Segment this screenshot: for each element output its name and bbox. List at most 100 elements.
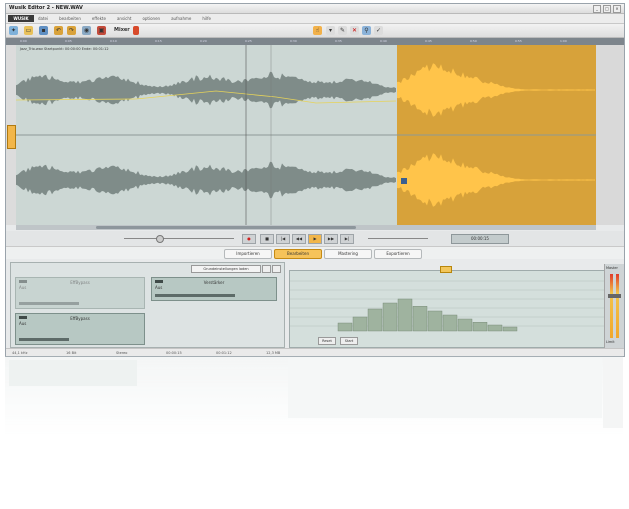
status-samplerate: 44,1 kHz (12, 351, 28, 355)
menu-aufnahme[interactable]: aufnahme (171, 16, 191, 21)
pencil-tool-icon[interactable]: ✎ (338, 26, 347, 35)
waveform-view[interactable]: Jazz_Trio.wav Startpunkt: 00:00:00 Ende:… (16, 45, 596, 225)
menu-bearbeiten[interactable]: bearbeiten (59, 16, 81, 21)
minimize-button[interactable]: _ (593, 5, 601, 13)
ruler-tick: 0:30 (290, 39, 297, 43)
menu-ansicht[interactable]: ansicht (117, 16, 131, 21)
rewind-button[interactable]: ◀◀ (292, 234, 306, 244)
graph-reset-button[interactable]: Reset (318, 337, 336, 345)
burn-cd-icon[interactable]: ◉ (82, 26, 91, 35)
new-file-icon[interactable]: ✦ (9, 26, 18, 35)
spectrum-bar (337, 322, 353, 332)
maximize-button[interactable]: □ (603, 5, 611, 13)
ruler-tick: 0:05 (65, 39, 72, 43)
spectrum-bar (412, 306, 428, 332)
fast-forward-button[interactable]: ▶▶ (324, 234, 338, 244)
status-position: 00:00:15 (166, 351, 182, 355)
menu-datei[interactable]: datei (38, 16, 48, 21)
tab-exportieren[interactable]: Exportieren (374, 249, 422, 259)
ruler-tick: 0:25 (245, 39, 252, 43)
spectrum-bar (487, 324, 503, 332)
reflection-graph (288, 358, 602, 418)
menu-optionen[interactable]: optionen (142, 16, 160, 21)
go-end-button[interactable]: ▶| (340, 234, 354, 244)
open-folder-icon[interactable]: ▭ (24, 26, 33, 35)
ruler-tick: 1:00 (560, 39, 567, 43)
waveform-channel-right (16, 161, 396, 199)
selection-handle[interactable] (401, 178, 407, 184)
graph-start-button[interactable]: Start (340, 337, 358, 345)
menu-effekte[interactable]: effekte (92, 16, 106, 21)
spectrum-bar (457, 318, 473, 332)
spectrum-bar (427, 310, 443, 332)
play-button[interactable]: ▶ (308, 234, 322, 244)
right-sidebar (596, 45, 624, 225)
position-slider-knob[interactable] (156, 235, 164, 243)
spectrum-bar (352, 316, 368, 332)
status-filesize: 12,3 MB (266, 351, 281, 355)
preset-prev-button[interactable] (262, 265, 271, 273)
effect-mode: Aus (155, 285, 163, 290)
window-controls: _ □ × (593, 5, 621, 13)
effect-slot-bypass-2[interactable]: EffBypass Aus (15, 313, 145, 345)
toolbar: ✦ ▭ ▪ ↶ ↷ ◉ ▣ Mixer ☝ ▾ ✎ ✕ ⚲ ✓ (6, 24, 624, 38)
stop-button[interactable]: ■ (260, 234, 274, 244)
position-slider[interactable] (124, 238, 234, 239)
record-button[interactable]: ● (242, 234, 256, 244)
ruler-tick: 0:10 (110, 39, 117, 43)
horizontal-scrollbar[interactable] (16, 225, 596, 230)
meter-bar-left (610, 274, 613, 338)
effect-mode: Aus (19, 285, 27, 290)
effects-panel: Grundeinstellungen laden EffBypass Aus V… (10, 262, 285, 348)
preset-select[interactable]: Grundeinstellungen laden (191, 265, 261, 273)
menu-items: datei bearbeiten effekte ansicht optione… (38, 16, 211, 21)
spectrum-bar (367, 308, 383, 332)
tab-mastering[interactable]: Mastering (324, 249, 372, 259)
redo-icon[interactable]: ↷ (67, 26, 76, 35)
effect-level-bar[interactable] (19, 302, 79, 305)
ruler-tick: 0:00 (20, 39, 27, 43)
undo-icon[interactable]: ↶ (54, 26, 63, 35)
stop-recording-icon[interactable]: ▣ (97, 26, 106, 35)
tab-importieren[interactable]: Importieren (224, 249, 272, 259)
ruler-tick: 0:55 (515, 39, 522, 43)
menu-hilfe[interactable]: hilfe (202, 16, 211, 21)
effect-level-bar[interactable] (155, 294, 235, 297)
pointer-tool-icon[interactable]: ☝ (313, 26, 322, 35)
check-tool-icon[interactable]: ✓ (374, 26, 383, 35)
waveform-graphic[interactable] (16, 45, 596, 225)
workflow-tabs: Importieren Bearbeiten Mastering Exporti… (6, 247, 624, 259)
time-display: 00:00:15 (451, 234, 509, 244)
tab-bearbeiten[interactable]: Bearbeiten (274, 249, 322, 259)
status-length: 00:01:12 (216, 351, 232, 355)
time-ruler[interactable]: 0:00 0:05 0:10 0:15 0:20 0:25 0:30 0:35 … (6, 38, 624, 45)
select-tool-icon[interactable]: ▾ (326, 26, 335, 35)
ruler-tick: 0:40 (380, 39, 387, 43)
scrollbar-thumb[interactable] (96, 226, 356, 229)
ruler-tick: 0:20 (200, 39, 207, 43)
effect-slot-bypass-1[interactable]: EffBypass Aus (15, 277, 145, 309)
effect-name: EffBypass (70, 316, 90, 321)
effect-name: EffBypass (70, 280, 90, 285)
zoom-tool-icon[interactable]: ⚲ (362, 26, 371, 35)
preset-next-button[interactable] (272, 265, 281, 273)
graph-mode-toggle[interactable] (440, 266, 452, 273)
effect-mode: Aus (19, 321, 27, 326)
save-icon[interactable]: ▪ (39, 26, 48, 35)
mixer-label[interactable]: Mixer (114, 27, 130, 33)
effect-level-bar[interactable] (19, 338, 69, 341)
effect-name: Verstärker (203, 280, 225, 285)
ruler-tick: 0:50 (470, 39, 477, 43)
window-reflection (5, 356, 623, 436)
ruler-tick: 0:45 (425, 39, 432, 43)
zoom-slider[interactable] (368, 238, 428, 239)
delete-tool-icon[interactable]: ✕ (350, 26, 359, 35)
side-tab[interactable] (7, 125, 16, 149)
go-start-button[interactable]: |◀ (276, 234, 290, 244)
meter-bar-right (616, 274, 619, 338)
close-button[interactable]: × (613, 5, 621, 13)
effect-slot-verstaerker[interactable]: Verstärker Aus (151, 277, 277, 301)
ruler-tick: 0:15 (155, 39, 162, 43)
spectrum-bar (442, 314, 458, 332)
master-fader-knob[interactable] (608, 294, 621, 298)
